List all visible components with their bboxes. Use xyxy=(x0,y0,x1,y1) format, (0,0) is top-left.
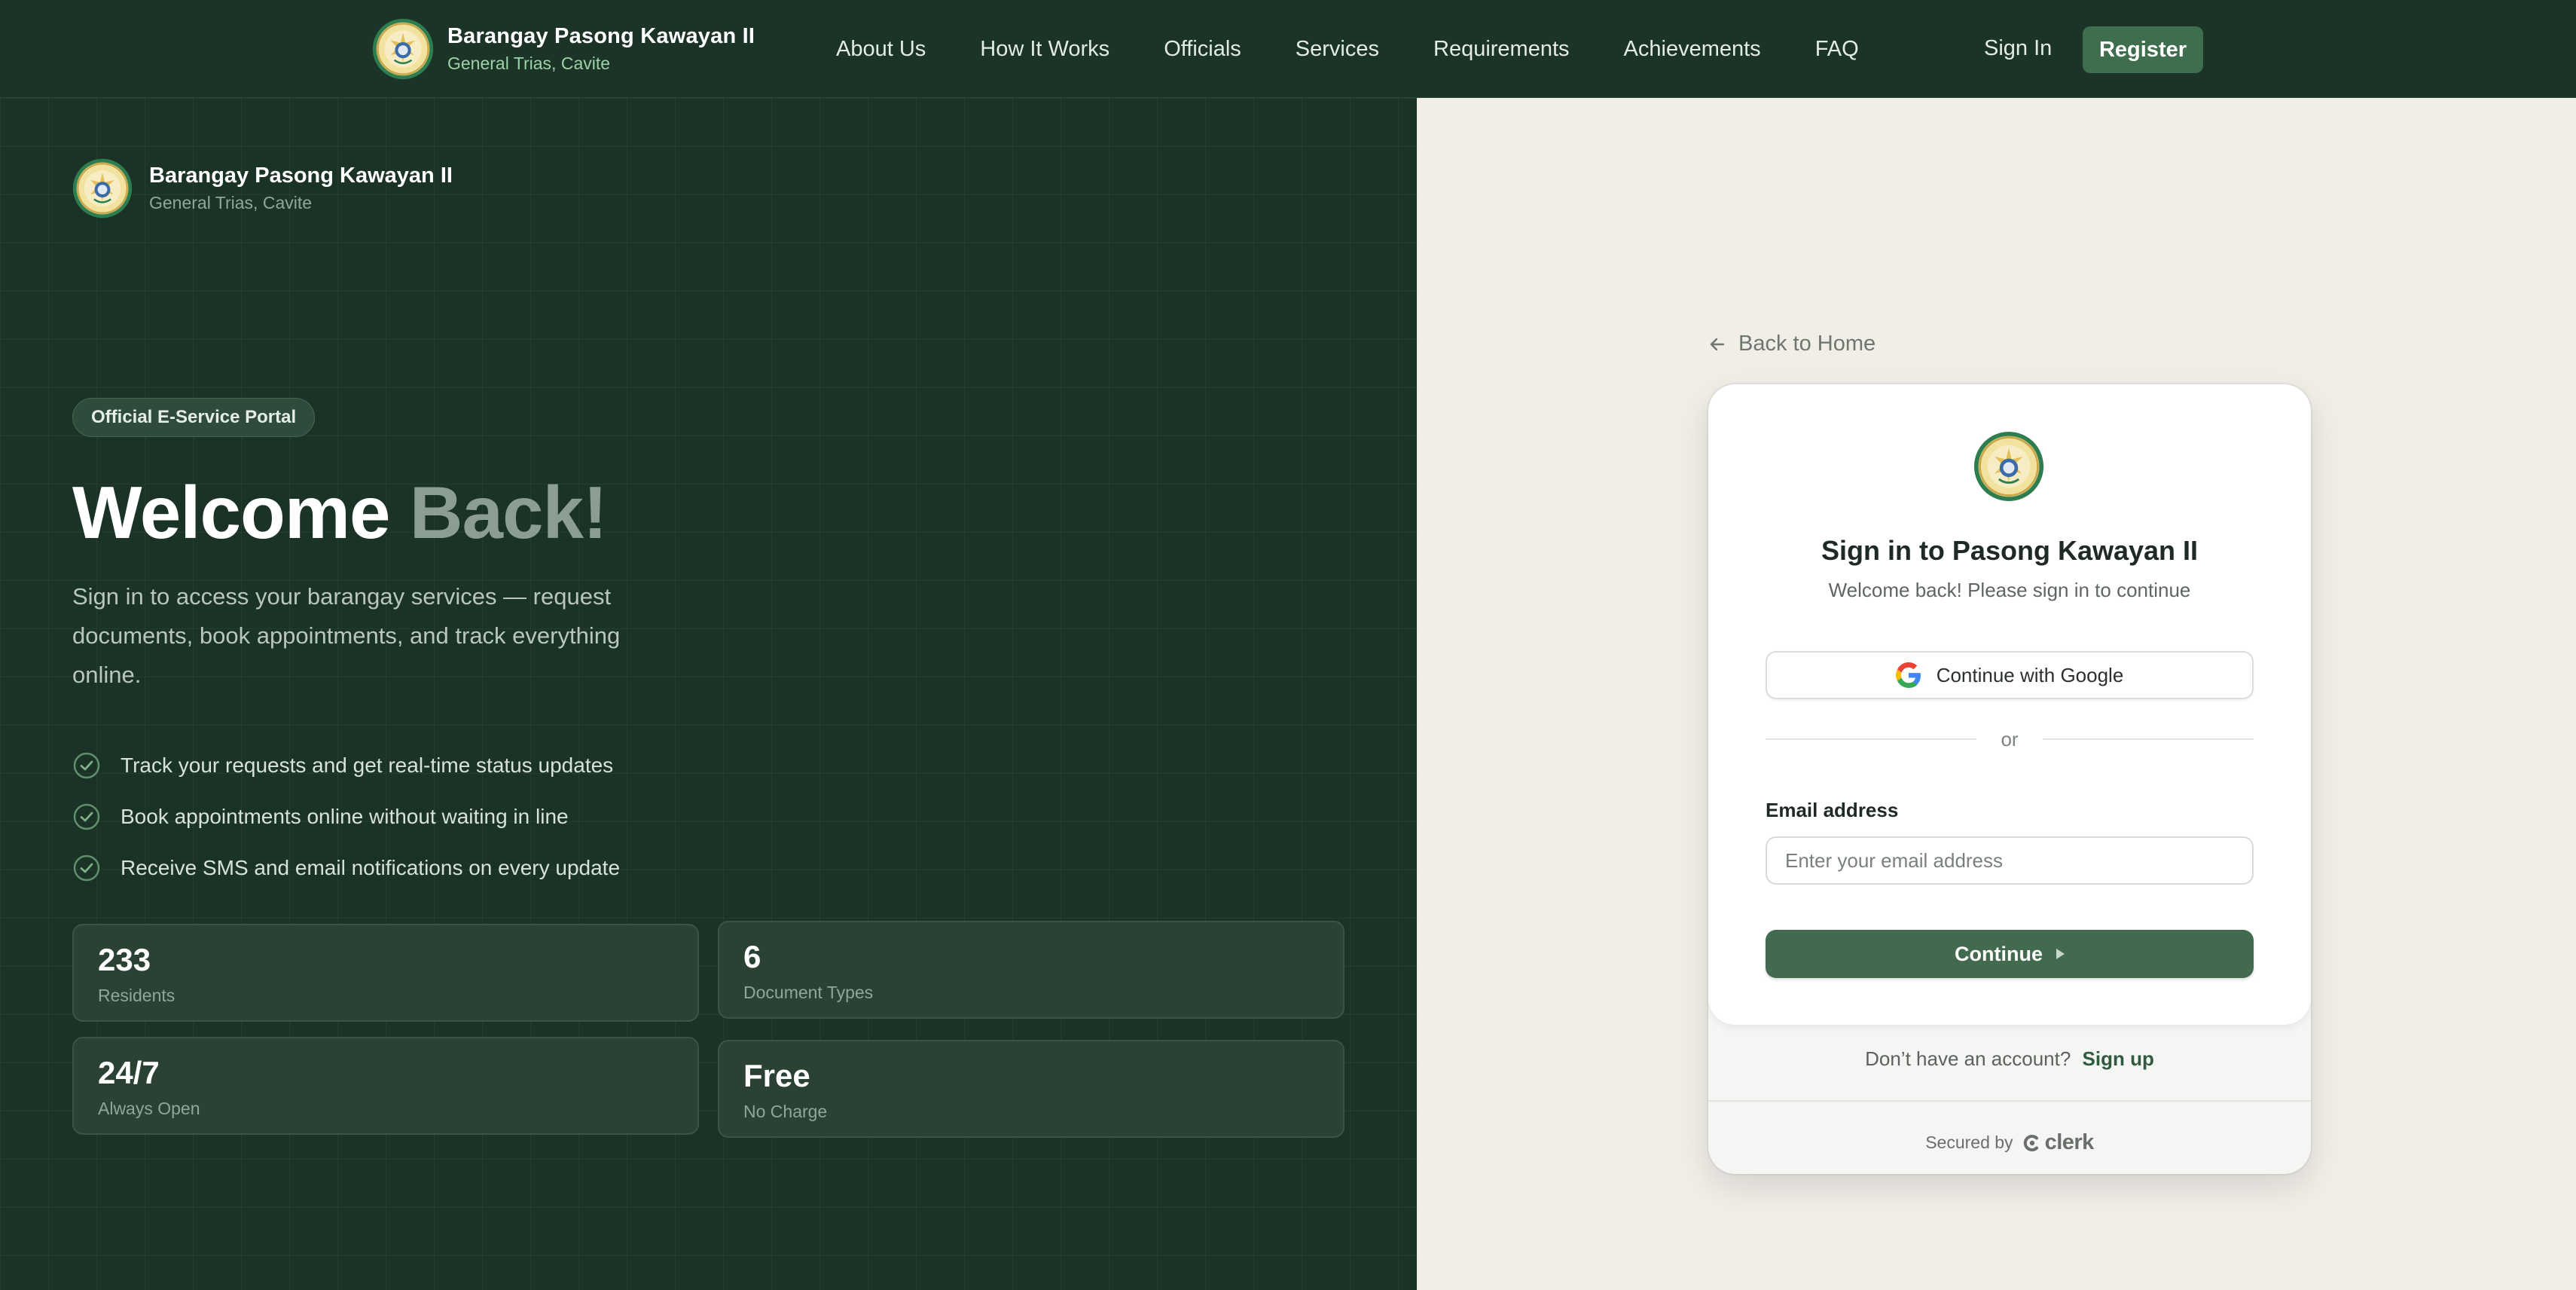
arrow-left-icon xyxy=(1710,338,1725,350)
divider-line xyxy=(1766,738,1977,740)
caret-right-icon xyxy=(2056,949,2065,959)
email-field[interactable] xyxy=(1766,836,2254,885)
nav-link-about-us[interactable]: About Us xyxy=(836,37,926,62)
seal-logo xyxy=(372,18,434,80)
check-circle-icon xyxy=(73,803,100,830)
sign-in-card: Sign in to Pasong Kawayan II Welcome bac… xyxy=(1708,384,2311,1174)
seal-logo xyxy=(1973,431,2044,502)
feature-text: Track your requests and get real-time st… xyxy=(121,754,614,777)
feature-list: Track your requests and get real-time st… xyxy=(72,740,620,894)
stat-card-document-types: 6 Document Types xyxy=(718,921,1344,1019)
secured-by-footer: Secured by clerk xyxy=(1708,1130,2311,1155)
stat-card-always-open: 24/7 Always Open xyxy=(72,1037,699,1135)
stat-value: 6 xyxy=(743,939,762,974)
clerk-logo-mark xyxy=(2023,1134,2038,1151)
feature-item: Receive SMS and email notifications on e… xyxy=(72,842,620,894)
nav-sign-in-link[interactable]: Sign In xyxy=(1984,36,2052,61)
sign-up-link[interactable]: Sign up xyxy=(2083,1047,2154,1070)
title-part-2: Back! xyxy=(409,471,608,554)
footer-divider xyxy=(1708,1100,2311,1102)
or-divider: or xyxy=(1766,726,2254,752)
google-icon xyxy=(1895,662,1921,688)
stat-card-free: Free No Charge xyxy=(718,1040,1344,1138)
check-circle-icon xyxy=(73,752,100,779)
title-part-1: Welcome xyxy=(72,471,390,554)
nav-link-achievements[interactable]: Achievements xyxy=(1624,37,1761,62)
feature-item: Book appointments online without waiting… xyxy=(72,791,620,842)
page-title: Welcome Back! xyxy=(72,469,608,558)
hero-panel: Barangay Pasong Kawayan II General Trias… xyxy=(0,98,1417,1290)
nav-link-officials[interactable]: Officials xyxy=(1164,37,1241,62)
divider-text: or xyxy=(2001,727,2019,750)
register-button[interactable]: Register xyxy=(2083,26,2203,73)
stat-label: Always Open xyxy=(98,1099,200,1118)
continue-button[interactable]: Continue xyxy=(1766,930,2254,978)
portal-badge: Official E-Service Portal xyxy=(72,398,316,437)
sign-up-prompt: Don’t have an account? Sign up xyxy=(1708,1047,2311,1071)
feature-text: Receive SMS and email notifications on e… xyxy=(121,856,621,879)
hero-description: Sign in to access your barangay services… xyxy=(72,583,621,688)
hero-brand-location: General Trias, Cavite xyxy=(149,193,313,212)
nav-link-services[interactable]: Services xyxy=(1296,37,1379,62)
nav-link-faq[interactable]: FAQ xyxy=(1815,37,1859,62)
back-to-home-link[interactable]: Back to Home xyxy=(1707,332,1876,356)
stat-value: 233 xyxy=(98,942,151,977)
email-label: Email address xyxy=(1766,799,1899,821)
sign-in-card-body: Sign in to Pasong Kawayan II Welcome bac… xyxy=(1708,384,2311,1025)
stat-label: Residents xyxy=(98,986,175,1005)
hero-brand: Barangay Pasong Kawayan II General Trias… xyxy=(72,158,453,219)
clerk-logo[interactable]: clerk xyxy=(2022,1130,2094,1155)
nav-brand-location: General Trias, Cavite xyxy=(447,53,611,73)
back-to-home-label: Back to Home xyxy=(1738,332,1876,356)
nav-link-how-it-works[interactable]: How It Works xyxy=(980,37,1109,62)
stat-value: 24/7 xyxy=(98,1055,160,1090)
stat-label: Document Types xyxy=(743,983,874,1002)
sign-in-title: Sign in to Pasong Kawayan II xyxy=(1821,535,2199,566)
stat-card-residents: 233 Residents xyxy=(72,924,699,1022)
no-account-text: Don’t have an account? xyxy=(1865,1047,2071,1070)
nav-links: About Us How It Works Officials Services… xyxy=(836,0,1913,98)
seal-logo xyxy=(72,158,133,219)
top-navbar: Barangay Pasong Kawayan II General Trias… xyxy=(0,0,2576,98)
sign-in-subtitle: Welcome back! Please sign in to continue xyxy=(1828,579,2191,601)
nav-link-requirements[interactable]: Requirements xyxy=(1433,37,1570,62)
divider-line xyxy=(2042,738,2254,740)
feature-item: Track your requests and get real-time st… xyxy=(72,740,620,791)
secured-by-text: Secured by xyxy=(1925,1133,2013,1152)
stat-value: Free xyxy=(743,1058,810,1093)
continue-button-label: Continue xyxy=(1955,942,2043,965)
check-circle-icon xyxy=(73,854,100,882)
clerk-wordmark: clerk xyxy=(2044,1130,2095,1154)
nav-brand[interactable]: Barangay Pasong Kawayan II General Trias… xyxy=(372,18,755,80)
hero-brand-name: Barangay Pasong Kawayan II xyxy=(149,164,453,188)
continue-with-google-button[interactable]: Continue with Google xyxy=(1766,651,2254,699)
nav-brand-name: Barangay Pasong Kawayan II xyxy=(447,24,755,48)
google-button-label: Continue with Google xyxy=(1936,663,2124,686)
feature-text: Book appointments online without waiting… xyxy=(121,805,569,828)
stat-label: No Charge xyxy=(743,1102,828,1121)
